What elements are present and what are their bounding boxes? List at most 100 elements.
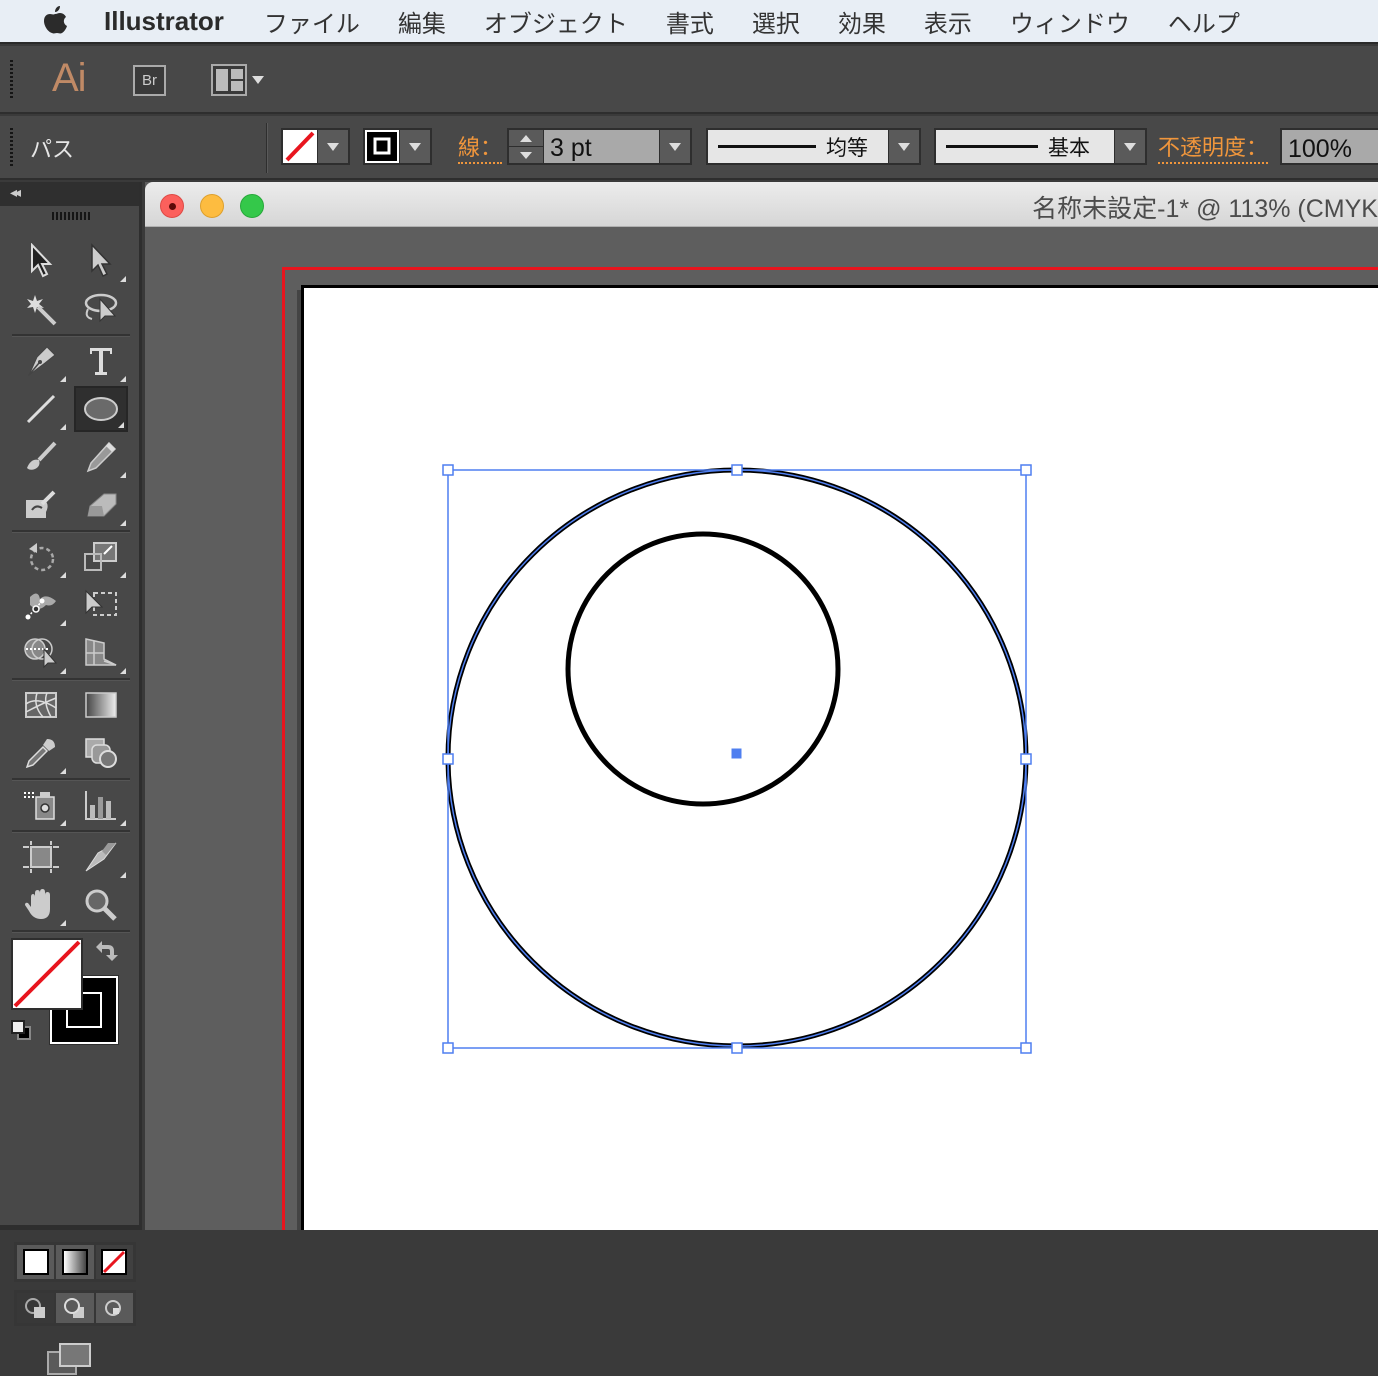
type-tool[interactable]	[74, 338, 128, 384]
menu-select[interactable]: 選択	[752, 4, 800, 39]
opacity-panel-link[interactable]: 不透明度：	[1158, 136, 1268, 164]
lasso-tool[interactable]	[74, 286, 128, 332]
default-fill-stroke-icon[interactable]	[12, 1021, 30, 1039]
stroke-swatch-dropdown[interactable]	[363, 128, 432, 165]
collapse-panel-button[interactable]: ◂◂	[0, 182, 139, 206]
slice-knife-icon	[82, 839, 120, 875]
draw-normal-button[interactable]	[17, 1293, 54, 1323]
brush-dropdown-arrow[interactable]	[1115, 130, 1145, 163]
handle-bottom-left[interactable]	[443, 1043, 453, 1053]
artboard-tool[interactable]	[14, 834, 68, 880]
fill-dropdown-arrow[interactable]	[318, 130, 348, 163]
variable-width-profile-dropdown[interactable]: 均等	[706, 128, 921, 165]
handle-middle-left[interactable]	[443, 754, 453, 764]
ellipse-tool[interactable]	[74, 386, 128, 432]
slice-tool[interactable]	[74, 834, 128, 880]
close-window-button[interactable]	[160, 194, 184, 218]
brush-line-preview	[946, 145, 1038, 148]
draw-inside-button[interactable]	[96, 1293, 133, 1323]
stroke-black-swatch-icon[interactable]	[365, 130, 399, 163]
tool-group-indicator-icon	[60, 820, 66, 826]
bridge-button[interactable]: Br	[133, 65, 166, 96]
menu-file[interactable]: ファイル	[264, 4, 360, 39]
draw-behind-button[interactable]	[56, 1293, 93, 1323]
menu-edit[interactable]: 編集	[398, 4, 446, 39]
menu-help[interactable]: ヘルプ	[1168, 4, 1240, 39]
screen-mode-icon[interactable]	[46, 1342, 92, 1376]
width-tool-icon	[22, 587, 60, 623]
document-title: 名称未設定-1* @ 113% (CMYK	[1032, 189, 1378, 225]
opacity-input[interactable]: 100%	[1280, 128, 1378, 165]
handle-top-center[interactable]	[732, 465, 742, 475]
profile-dropdown-arrow[interactable]	[889, 130, 919, 163]
menu-type[interactable]: 書式	[666, 4, 714, 39]
handle-middle-right[interactable]	[1021, 754, 1031, 764]
handle-bottom-right[interactable]	[1021, 1043, 1031, 1053]
stroke-panel-link[interactable]: 線：	[458, 136, 502, 164]
direct-selection-tool[interactable]	[74, 238, 128, 284]
minimize-window-button[interactable]	[200, 194, 224, 218]
divider	[266, 123, 267, 173]
apple-logo-icon[interactable]	[40, 6, 70, 36]
hand-tool[interactable]	[14, 882, 68, 928]
stepper-down-icon[interactable]	[509, 147, 543, 163]
column-graph-tool[interactable]	[74, 782, 128, 828]
brush-definition-dropdown[interactable]: 基本	[934, 128, 1147, 165]
handle-bottom-center[interactable]	[732, 1043, 742, 1053]
bridge-label: Br	[142, 72, 157, 89]
arrange-documents-button[interactable]	[211, 64, 271, 96]
toolbox-divider	[12, 334, 130, 336]
blob-brush-tool[interactable]	[14, 482, 68, 528]
perspective-grid-tool[interactable]	[74, 630, 128, 676]
stroke-weight-input[interactable]: 3 pt	[544, 130, 659, 163]
none-mode-button[interactable]	[96, 1245, 133, 1279]
fill-swatch-dropdown[interactable]	[281, 128, 350, 165]
scale-tool[interactable]	[74, 534, 128, 580]
pencil-tool[interactable]	[74, 434, 128, 480]
menu-object[interactable]: オブジェクト	[484, 4, 628, 39]
eyedropper-tool[interactable]	[14, 730, 68, 776]
column-graph-icon	[82, 787, 120, 823]
direct-selection-arrow-icon	[86, 243, 116, 279]
color-mode-button[interactable]	[17, 1245, 54, 1279]
fill-none-swatch-icon[interactable]	[283, 130, 317, 163]
paintbrush-tool[interactable]	[14, 434, 68, 480]
app-menu[interactable]: Illustrator	[104, 6, 224, 37]
gradient-mode-button[interactable]	[56, 1245, 93, 1279]
symbol-sprayer-tool[interactable]	[14, 782, 68, 828]
swap-fill-stroke-icon[interactable]	[96, 941, 118, 961]
center-point[interactable]	[732, 749, 741, 758]
handle-top-right[interactable]	[1021, 465, 1031, 475]
menu-window[interactable]: ウィンドウ	[1010, 4, 1130, 39]
handle-top-left[interactable]	[443, 465, 453, 475]
magic-wand-tool[interactable]	[14, 286, 68, 332]
stroke-weight-stepper[interactable]	[509, 130, 543, 163]
eraser-tool[interactable]	[74, 482, 128, 528]
free-transform-tool[interactable]	[74, 582, 128, 628]
gradient-tool[interactable]	[74, 682, 128, 728]
fill-box[interactable]	[11, 938, 83, 1010]
toolbox-grip[interactable]	[52, 212, 90, 220]
selection-tool[interactable]	[14, 238, 68, 284]
scale-icon	[82, 540, 120, 574]
blend-tool[interactable]	[74, 730, 128, 776]
appbar-grip[interactable]	[10, 60, 13, 100]
tool-group-indicator-icon	[120, 276, 126, 282]
mesh-tool[interactable]	[14, 682, 68, 728]
artboard-canvas[interactable]	[145, 228, 1378, 1230]
zoom-window-button[interactable]	[240, 194, 264, 218]
stroke-weight-dropdown-arrow[interactable]	[660, 130, 690, 163]
controlbar-grip[interactable]	[10, 128, 13, 168]
stroke-dropdown-arrow[interactable]	[400, 130, 430, 163]
rotate-tool[interactable]	[14, 534, 68, 580]
document-title-bar[interactable]: 名称未設定-1* @ 113% (CMYK	[145, 182, 1378, 227]
stroke-weight-field[interactable]: 3 pt	[507, 128, 692, 165]
menu-view[interactable]: 表示	[924, 4, 972, 39]
zoom-tool[interactable]	[74, 882, 128, 928]
menu-effect[interactable]: 効果	[838, 4, 886, 39]
pen-tool[interactable]	[14, 338, 68, 384]
width-tool[interactable]	[14, 582, 68, 628]
shape-builder-tool[interactable]	[14, 630, 68, 676]
line-segment-tool[interactable]	[14, 386, 68, 432]
stepper-up-icon[interactable]	[509, 130, 543, 146]
